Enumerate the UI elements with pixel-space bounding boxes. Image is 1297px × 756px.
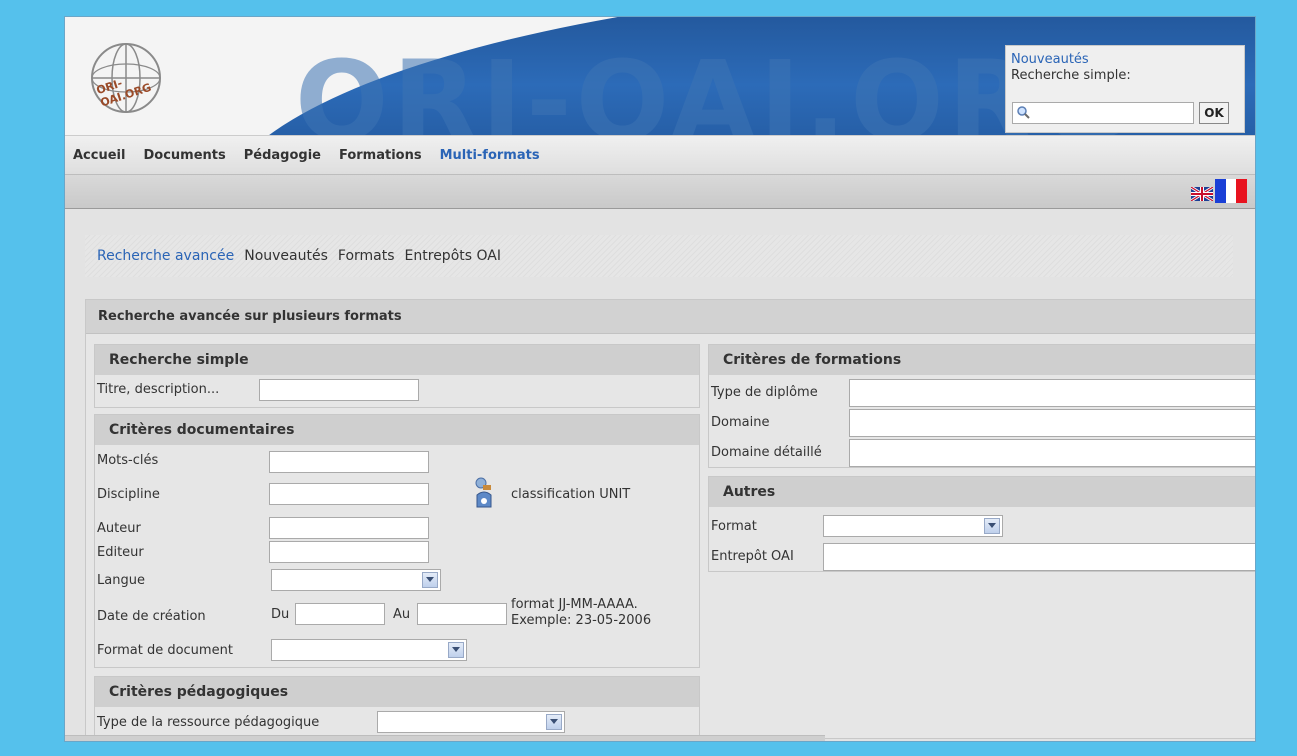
other-criteria-box: Autres Format Entrepôt OAI bbox=[708, 476, 1255, 572]
advanced-search-panel: Recherche avancée sur plusieurs formats … bbox=[85, 299, 1255, 740]
type-ressource-select[interactable] bbox=[377, 711, 565, 733]
nav-item-pedagogie[interactable]: Pédagogie bbox=[244, 148, 321, 163]
subnav-recherche-avancee[interactable]: Recherche avancée bbox=[97, 248, 234, 264]
format-document-select[interactable] bbox=[271, 639, 467, 661]
format-label: Format bbox=[711, 519, 757, 534]
domaine-detaille-label: Domaine détaillé bbox=[711, 445, 822, 460]
chevron-down-icon bbox=[546, 714, 562, 730]
simple-search-box: Recherche simple Titre, description... bbox=[94, 344, 700, 408]
classification-link[interactable]: classification UNIT bbox=[511, 487, 630, 502]
quick-search-input[interactable] bbox=[1012, 102, 1194, 124]
langue-select[interactable] bbox=[271, 569, 441, 591]
auteur-input[interactable] bbox=[269, 517, 429, 539]
nav-item-multi-formats[interactable]: Multi-formats bbox=[440, 148, 540, 163]
titre-description-label: Titre, description... bbox=[97, 382, 220, 397]
quick-search-label: Recherche simple: bbox=[1011, 68, 1131, 83]
date-hint-example: Exemple: 23-05-2006 bbox=[511, 613, 652, 628]
nav-item-accueil[interactable]: Accueil bbox=[73, 148, 125, 163]
entrepot-oai-input[interactable] bbox=[823, 543, 1255, 571]
classification-icon[interactable] bbox=[473, 477, 495, 511]
site-header: ORI-OAI.ORG ORI-OAI.ORG Nouveautés Reche… bbox=[65, 17, 1255, 135]
quick-search-box: Nouveautés Recherche simple: OK bbox=[1005, 45, 1245, 133]
horizontal-scrollbar[interactable] bbox=[65, 735, 825, 741]
pedagogical-criteria-box: Critères pédagogiques Type de la ressour… bbox=[94, 676, 700, 740]
date-creation-label: Date de création bbox=[97, 609, 206, 624]
type-diplome-label: Type de diplôme bbox=[711, 385, 818, 400]
mots-cles-label: Mots-clés bbox=[97, 453, 159, 468]
pedagogical-criteria-title: Critères pédagogiques bbox=[95, 677, 699, 707]
documentary-criteria-title: Critères documentaires bbox=[95, 415, 699, 445]
auteur-label: Auteur bbox=[97, 521, 141, 536]
format-select[interactable] bbox=[823, 515, 1003, 537]
subnav-entrepots-oai[interactable]: Entrepôts OAI bbox=[405, 248, 501, 264]
langue-label: Langue bbox=[97, 573, 145, 588]
main-nav: Accueil Documents Pédagogie Formations M… bbox=[65, 135, 1255, 175]
type-diplome-input[interactable] bbox=[849, 379, 1255, 407]
titre-description-input[interactable] bbox=[259, 379, 419, 401]
language-bar bbox=[65, 175, 1255, 209]
documentary-criteria-box: Critères documentaires Mots-clés Discipl… bbox=[94, 414, 700, 668]
format-document-label: Format de document bbox=[97, 643, 233, 658]
nav-item-documents[interactable]: Documents bbox=[143, 148, 225, 163]
french-flag-icon[interactable] bbox=[1215, 179, 1248, 203]
mots-cles-input[interactable] bbox=[269, 451, 429, 473]
domaine-label: Domaine bbox=[711, 415, 770, 430]
sub-nav: Recherche avancée Nouveautés Formats Ent… bbox=[85, 235, 1233, 277]
chevron-down-icon bbox=[422, 572, 438, 588]
browser-viewport: ORI-OAI.ORG ORI-OAI.ORG Nouveautés Reche… bbox=[64, 16, 1256, 742]
discipline-input[interactable] bbox=[269, 483, 429, 505]
simple-search-title: Recherche simple bbox=[95, 345, 699, 375]
training-criteria-title: Critères de formations bbox=[709, 345, 1255, 375]
editeur-label: Editeur bbox=[97, 545, 144, 560]
date-au-label: Au bbox=[393, 607, 411, 622]
training-criteria-box: Critères de formations Type de diplôme D… bbox=[708, 344, 1255, 468]
quick-link-nouveautes[interactable]: Nouveautés bbox=[1011, 52, 1238, 67]
type-ressource-label: Type de la ressource pédagogique bbox=[97, 715, 320, 730]
date-du-input[interactable] bbox=[295, 603, 385, 625]
english-flag-icon[interactable] bbox=[1191, 187, 1213, 201]
subnav-nouveautes[interactable]: Nouveautés bbox=[244, 248, 328, 264]
subnav-formats[interactable]: Formats bbox=[338, 248, 395, 264]
chevron-down-icon bbox=[448, 642, 464, 658]
chevron-down-icon bbox=[984, 518, 1000, 534]
other-criteria-title: Autres bbox=[709, 477, 1255, 507]
nav-item-formations[interactable]: Formations bbox=[339, 148, 422, 163]
discipline-label: Discipline bbox=[97, 487, 160, 502]
quick-search-ok-button[interactable]: OK bbox=[1199, 102, 1229, 124]
domaine-detaille-input[interactable] bbox=[849, 439, 1255, 467]
entrepot-oai-label: Entrepôt OAI bbox=[711, 549, 794, 564]
domaine-input[interactable] bbox=[849, 409, 1255, 437]
panel-title: Recherche avancée sur plusieurs formats bbox=[86, 300, 1255, 334]
editeur-input[interactable] bbox=[269, 541, 429, 563]
site-logo[interactable]: ORI-OAI.ORG bbox=[83, 35, 169, 121]
search-icon bbox=[1017, 106, 1030, 119]
date-au-input[interactable] bbox=[417, 603, 507, 625]
date-hint-format: format JJ-MM-AAAA. bbox=[511, 597, 638, 612]
date-du-label: Du bbox=[271, 607, 290, 622]
